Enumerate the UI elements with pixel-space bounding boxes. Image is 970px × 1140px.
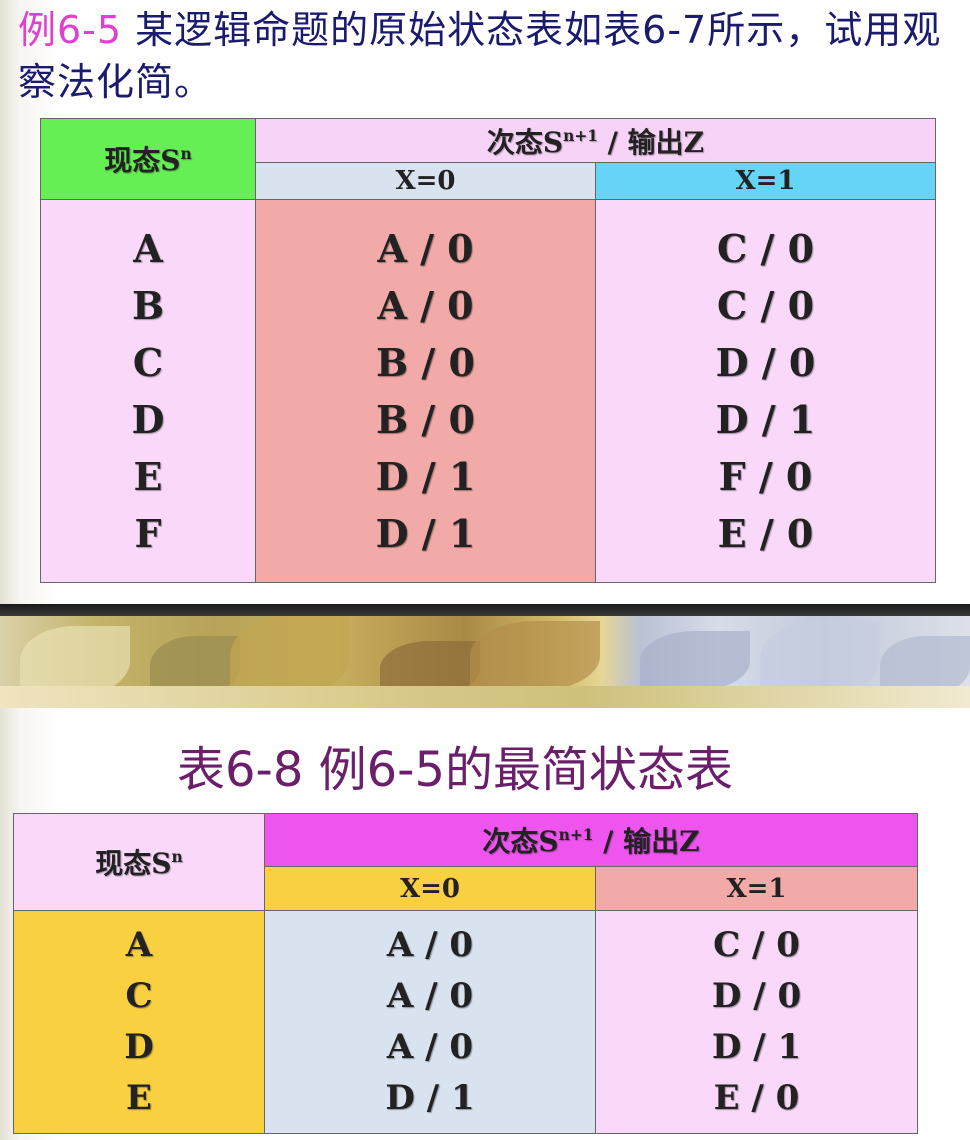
x0-next-state-column: A / 0 A / 0 A / 0 D / 1 <box>264 910 596 1134</box>
x1-header: X=1 <box>595 162 936 200</box>
next-state-sup: n+1 <box>563 126 598 145</box>
x1-next-state-cell: D / 0 <box>711 976 802 1016</box>
example-text: 某逻辑命题的原始状态表如表6-7所示，试用观察法化简。 <box>18 8 942 104</box>
present-state-cell: C <box>132 340 164 385</box>
x0-header: X=0 <box>255 162 596 200</box>
next-state-label: 次态S <box>486 125 564 159</box>
x0-next-state-cell: A / 0 <box>386 925 474 965</box>
x1-next-state-cell: E / 0 <box>717 511 814 556</box>
x0-next-state-cell: A / 0 <box>377 226 474 271</box>
slide-divider <box>0 604 970 616</box>
x1-next-state-cell: C / 0 <box>713 925 800 965</box>
x1-next-state-cell: F / 0 <box>718 454 813 499</box>
next-state-suffix: / 输出Z <box>593 825 700 858</box>
x0-next-state-cell: B / 0 <box>376 340 475 385</box>
present-state-cell: C <box>125 976 153 1016</box>
present-state-cell: A <box>125 925 153 965</box>
x1-next-state-cell: C / 0 <box>716 226 815 271</box>
x0-next-state-cell: A / 0 <box>386 1027 474 1067</box>
next-state-label: 次态S <box>482 825 559 858</box>
present-state-label: 现态S <box>104 144 181 177</box>
present-state-cell: E <box>133 454 163 499</box>
present-state-sup: n <box>171 848 183 867</box>
x1-next-state-cell: D / 1 <box>711 1027 802 1067</box>
present-state-cell: D <box>124 1027 154 1067</box>
next-state-header: 次态Sn+1 / 输出Z <box>255 118 936 163</box>
present-state-header: 现态Sn <box>40 118 256 200</box>
x0-next-state-cell: D / 1 <box>385 1078 475 1118</box>
present-state-cell: F <box>134 511 162 556</box>
table-caption: 表6-8 例6-5的最简状态表 <box>176 742 734 798</box>
example-number: 例6-5 <box>18 8 123 52</box>
present-state-cell: B <box>131 283 165 328</box>
present-state-column: ACDE <box>13 910 265 1134</box>
present-state-cell: A <box>133 226 163 271</box>
present-state-label: 现态S <box>95 847 172 880</box>
x1-next-state-column: C / 0 D / 0 D / 1 E / 0 <box>595 910 918 1134</box>
x0-next-state-column: A / 0 A / 0 B / 0 B / 0 D / 1 D / 1 <box>255 199 596 583</box>
present-state-sup: n <box>180 145 192 164</box>
present-state-header: 现态Sn <box>13 813 265 911</box>
x1-next-state-cell: D / 0 <box>715 340 816 385</box>
next-state-suffix: / 输出Z <box>597 125 705 159</box>
present-state-cell: D <box>131 397 165 442</box>
present-state-column: ABCDEF <box>40 199 256 583</box>
x1-next-state-cell: D / 1 <box>715 397 816 442</box>
x0-next-state-cell: A / 0 <box>377 283 474 328</box>
x0-next-state-cell: A / 0 <box>386 976 474 1016</box>
x1-next-state-column: C / 0 C / 0 D / 0 D / 1 F / 0 E / 0 <box>595 199 936 583</box>
x0-next-state-cell: D / 1 <box>375 511 476 556</box>
x1-header: X=1 <box>595 866 918 911</box>
x0-next-state-cell: D / 1 <box>375 454 476 499</box>
x1-next-state-cell: C / 0 <box>716 283 815 328</box>
x0-next-state-cell: B / 0 <box>376 397 475 442</box>
next-state-header: 次态Sn+1 / 输出Z <box>264 813 918 867</box>
present-state-cell: E <box>126 1078 152 1118</box>
next-state-sup: n+1 <box>558 826 594 845</box>
x0-header: X=0 <box>264 866 596 911</box>
decorative-leaf-banner <box>0 616 970 708</box>
x1-next-state-cell: E / 0 <box>713 1078 800 1118</box>
example-heading: 例6-5 某逻辑命题的原始状态表如表6-7所示，试用观察法化简。 <box>18 4 968 108</box>
